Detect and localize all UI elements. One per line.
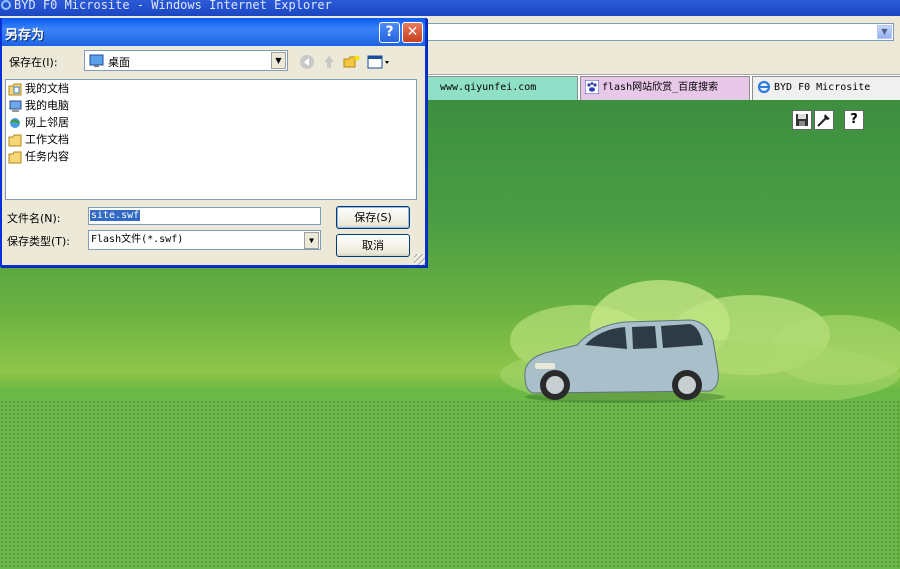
- save-in-select[interactable]: 桌面 ▼: [84, 50, 288, 71]
- close-button[interactable]: ✕: [402, 22, 423, 43]
- flash-toolbar: ?: [792, 110, 866, 132]
- desktop-icon: [89, 54, 104, 67]
- dialog-title: 另存为: [5, 28, 45, 43]
- network-places-icon: [10, 117, 20, 128]
- filetype-label: 保存类型(T):: [7, 235, 71, 248]
- dialog-title-bar[interactable]: 另存为 ? ✕: [2, 18, 425, 46]
- save-in-value: 桌面: [108, 56, 130, 69]
- folder-icon: [8, 151, 22, 163]
- ie-page-icon: [757, 80, 771, 94]
- list-item[interactable]: 网上邻居: [8, 115, 69, 131]
- internet-explorer-icon: [1, 0, 11, 10]
- save-as-dialog: 另存为 ? ✕ 保存在(I): 桌面 ▼ 我的文档 我的电脑 网上邻居 工作文档…: [0, 18, 427, 267]
- filename-label: 文件名(N):: [7, 212, 61, 225]
- my-computer-icon: [9, 100, 22, 112]
- filename-input[interactable]: site.swf: [88, 207, 321, 225]
- list-item[interactable]: 工作文档: [8, 132, 69, 148]
- save-in-label: 保存在(I):: [9, 56, 58, 69]
- list-item[interactable]: 我的文档: [8, 81, 69, 97]
- filename-value: site.swf: [90, 210, 141, 221]
- address-dropdown-button[interactable]: ▼: [877, 25, 892, 39]
- cancel-button[interactable]: 取消: [336, 234, 410, 257]
- list-item[interactable]: 我的电脑: [8, 98, 69, 114]
- save-icon[interactable]: [792, 110, 812, 130]
- tab-qiyunfei[interactable]: www.qiyunfei.com: [426, 76, 578, 100]
- file-list[interactable]: 我的文档 我的电脑 网上邻居 工作文档 任务内容: [5, 79, 417, 200]
- browser-title-bar: BYD F0 Microsite - Windows Internet Expl…: [0, 0, 900, 16]
- tab-label: www.qiyunfei.com: [440, 82, 537, 93]
- filetype-select[interactable]: Flash文件(*.swf) ▼: [88, 230, 321, 250]
- tab-label: flash网站欣赏_百度搜索: [602, 82, 719, 93]
- resize-grip[interactable]: [414, 254, 425, 265]
- list-item[interactable]: 任务内容: [8, 149, 69, 165]
- help-icon[interactable]: ?: [844, 110, 864, 130]
- address-bar[interactable]: ▼: [426, 23, 894, 41]
- folder-icon: [8, 134, 22, 146]
- view-menu-icon[interactable]: [367, 54, 391, 70]
- filetype-value: Flash文件(*.swf): [91, 234, 184, 245]
- car-image[interactable]: [515, 315, 725, 405]
- help-button[interactable]: ?: [379, 22, 400, 43]
- tab-baidu-search[interactable]: flash网站欣赏_百度搜索: [580, 76, 750, 100]
- ie-page-icon: [433, 80, 437, 94]
- back-icon[interactable]: [298, 54, 316, 70]
- up-folder-icon[interactable]: [320, 54, 338, 70]
- tools-icon[interactable]: [814, 110, 834, 130]
- browser-window-title: BYD F0 Microsite - Windows Internet Expl…: [14, 0, 332, 12]
- save-button[interactable]: 保存(S): [336, 206, 410, 229]
- baidu-paw-icon: [585, 80, 599, 94]
- chevron-down-icon[interactable]: ▼: [271, 52, 286, 69]
- my-documents-icon: [8, 83, 22, 95]
- grass-pattern: [0, 400, 900, 569]
- tab-label: BYD F0 Microsite: [774, 82, 871, 93]
- new-folder-icon[interactable]: [343, 54, 361, 70]
- chevron-down-icon[interactable]: ▼: [304, 232, 319, 249]
- tab-byd-microsite[interactable]: BYD F0 Microsite: [752, 76, 900, 100]
